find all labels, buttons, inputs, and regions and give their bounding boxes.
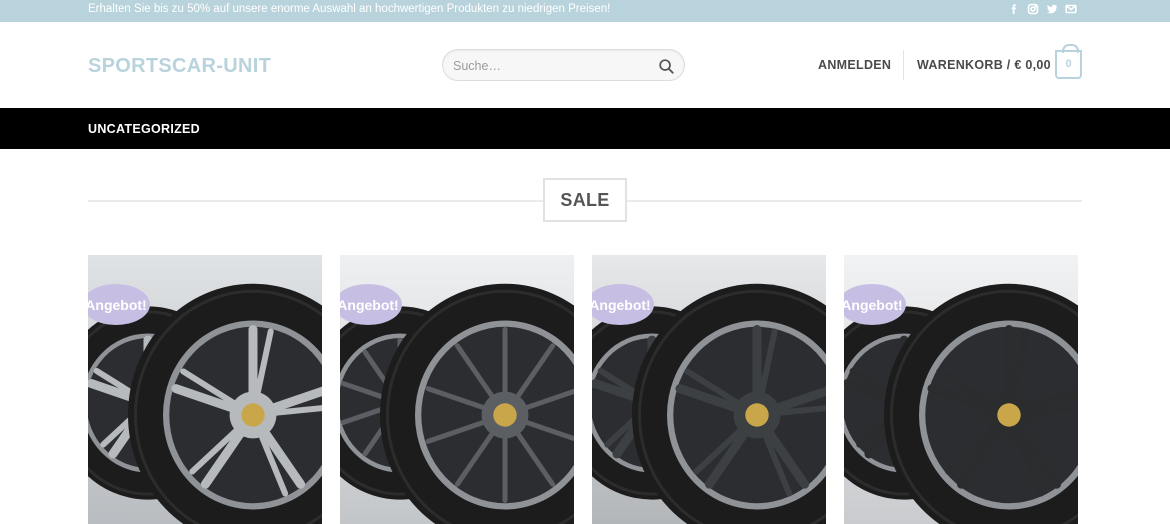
header-divider xyxy=(903,50,904,80)
social-links xyxy=(1007,2,1078,16)
product-card[interactable]: Angebot! xyxy=(340,255,574,524)
product-card[interactable]: Angebot! xyxy=(844,255,1078,524)
search-icon xyxy=(658,58,674,74)
site-logo[interactable]: SPORTSCAR-UNIT xyxy=(88,55,271,78)
cart-icon[interactable]: 0 xyxy=(1055,44,1082,79)
cart-link[interactable]: WARENKORB / € 0,00 xyxy=(917,58,1051,72)
section-title: SALE xyxy=(543,178,627,222)
search-button[interactable] xyxy=(656,56,676,76)
product-card[interactable]: Angebot! xyxy=(592,255,826,524)
main-navigation: UNCATEGORIZED xyxy=(0,108,1170,149)
search-form xyxy=(442,49,685,81)
promo-text: Erhalten Sie bis zu 50% auf unsere enorm… xyxy=(88,3,611,15)
nav-item-uncategorized[interactable]: UNCATEGORIZED xyxy=(88,122,200,136)
site-header: SPORTSCAR-UNIT ANMELDEN WARENKORB / € 0,… xyxy=(0,22,1170,108)
search-input[interactable] xyxy=(453,57,653,75)
login-link[interactable]: ANMELDEN xyxy=(818,58,891,72)
twitter-icon[interactable] xyxy=(1045,2,1059,16)
mail-icon[interactable] xyxy=(1064,2,1078,16)
top-bar: Erhalten Sie bis zu 50% auf unsere enorm… xyxy=(0,0,1170,22)
instagram-icon[interactable] xyxy=(1026,2,1040,16)
facebook-icon[interactable] xyxy=(1007,2,1021,16)
cart-count: 0 xyxy=(1065,58,1072,70)
product-card[interactable]: Angebot! xyxy=(88,255,322,524)
